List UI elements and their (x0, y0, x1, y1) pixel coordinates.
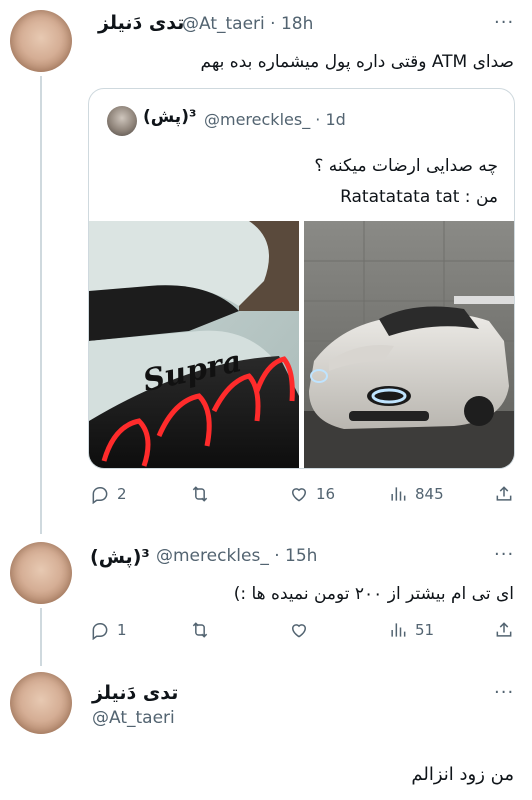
retweet-icon (192, 622, 208, 638)
author-name[interactable]: (پش)³ (90, 546, 150, 568)
reply-button[interactable]: 2 (90, 484, 127, 504)
tweet-text: چه صدایی ارضات میکنه ؟ (314, 156, 498, 176)
views-icon (391, 623, 406, 637)
handle-time[interactable]: @mereckles_ · 1d (204, 110, 346, 129)
thread-line (40, 76, 42, 534)
heart-icon (291, 624, 307, 638)
views-button[interactable]: 51 (388, 620, 434, 640)
author-name[interactable]: تدی دَنیلز (92, 682, 178, 704)
views-button[interactable]: 845 (388, 484, 444, 504)
share-icon (496, 622, 512, 637)
avatar[interactable] (10, 10, 72, 72)
share-icon (496, 486, 512, 501)
reply-count: 1 (117, 621, 127, 639)
author-name[interactable]: تدی دَنیلز (98, 12, 184, 34)
avatar[interactable] (10, 542, 72, 604)
reply-button[interactable]: 1 (90, 620, 127, 640)
handle-time[interactable]: @mereckles_ · 15h (156, 546, 317, 566)
views-count: 845 (415, 485, 444, 503)
tweet-text: صدای ATM وقتی داره پول میشماره بده بهم (200, 52, 514, 72)
handle-time[interactable]: @At_taeri · 18h (182, 14, 313, 34)
like-count: 16 (316, 485, 336, 503)
retweet-button[interactable] (190, 484, 210, 504)
reply-count: 2 (117, 485, 127, 503)
more-icon[interactable]: ··· (494, 544, 514, 565)
handle[interactable]: @At_taeri (92, 708, 175, 728)
avatar[interactable] (10, 672, 72, 734)
more-icon[interactable]: ··· (494, 682, 514, 703)
reply-icon (92, 623, 108, 640)
like-button[interactable]: 16 (289, 484, 335, 504)
heart-icon (291, 488, 307, 502)
supra-car-image[interactable] (304, 221, 514, 468)
share-button[interactable] (494, 620, 514, 640)
retweet-button[interactable] (190, 620, 210, 640)
tweet-text: من : Ratatatata tat (340, 187, 498, 207)
tweet-text: من زود انزالم (411, 764, 514, 785)
share-button[interactable] (494, 484, 514, 504)
thread-line (40, 608, 42, 666)
author-name[interactable]: (پش)³ (143, 107, 196, 127)
supra-taillight-image[interactable]: Supra (89, 221, 299, 468)
tweet-text: ای تی ام بیشتر از ۲۰۰ تومن نمیده ها :) (233, 584, 514, 604)
reply-icon (92, 487, 108, 504)
avatar[interactable] (107, 106, 137, 136)
like-button[interactable] (289, 620, 309, 640)
views-icon (391, 487, 406, 501)
quoted-tweet[interactable]: (پش)³ @mereckles_ · 1d چه صدایی ارضات می… (88, 88, 515, 469)
more-icon[interactable]: ··· (494, 12, 514, 33)
retweet-icon (192, 486, 208, 502)
views-count: 51 (415, 621, 435, 639)
